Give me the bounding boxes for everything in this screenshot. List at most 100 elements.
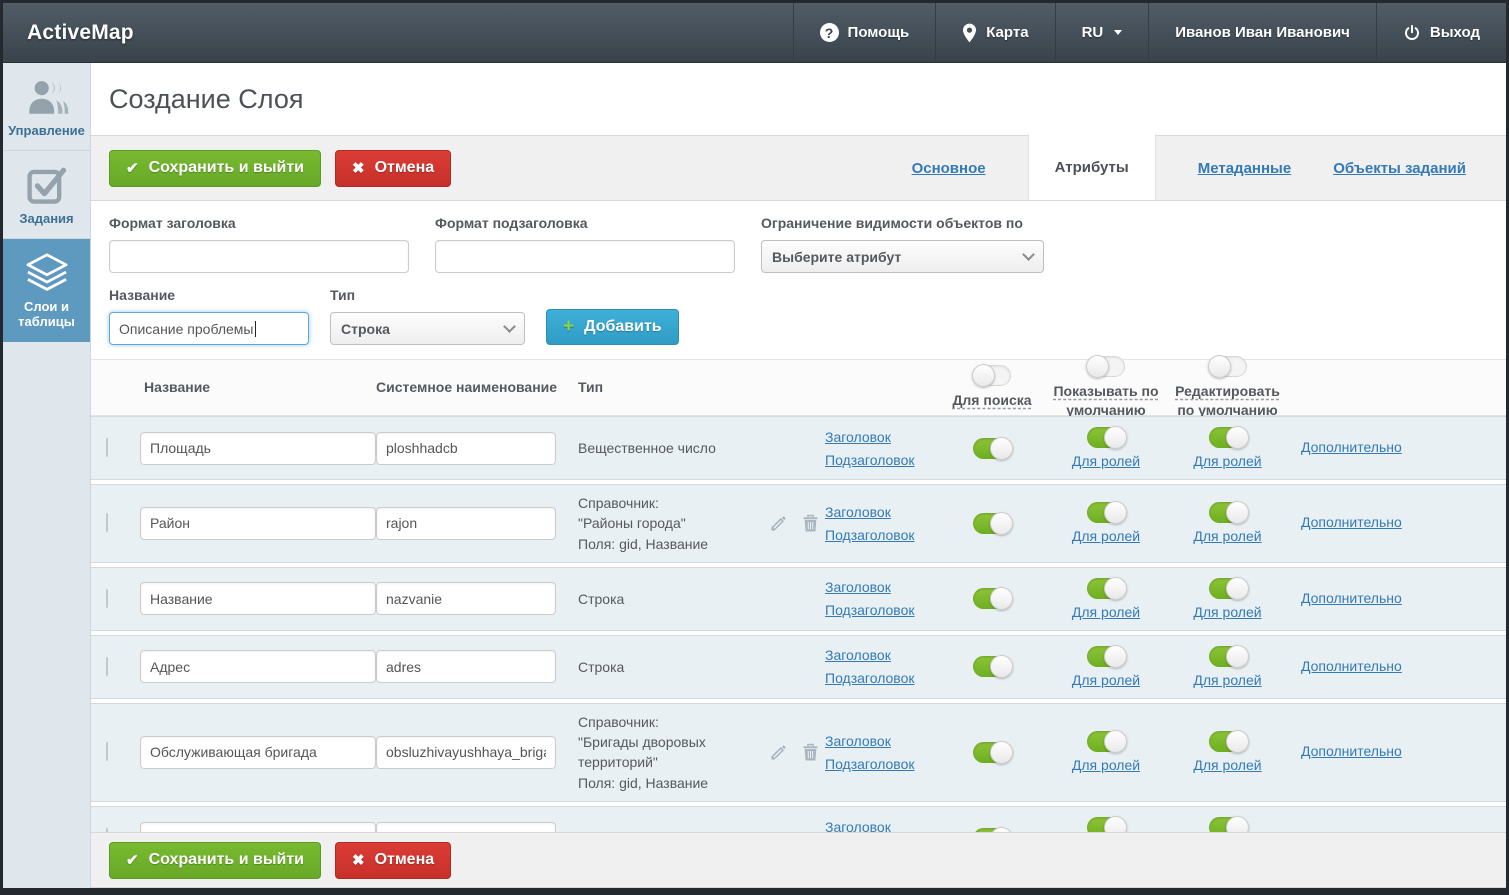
roles-link[interactable]: Для ролей [1193,453,1261,469]
search-toggle[interactable] [973,436,1013,460]
header-link[interactable]: Заголовок [825,579,937,595]
attribute-name-input[interactable] [140,650,376,684]
show-default-all-toggle[interactable] [1086,354,1125,378]
header-link[interactable]: Заголовок [825,819,937,832]
col-show-default-header[interactable]: Показывать по умолчанию [1047,382,1165,420]
edit-dictionary-icon[interactable] [769,743,788,762]
save-button[interactable]: ✔ Сохранить и выйти [109,149,321,187]
roles-link[interactable]: Для ролей [1193,757,1261,773]
edit-default-toggle[interactable] [1208,501,1249,525]
new-attribute-name-input[interactable]: Описание проблемы [109,312,309,345]
more-link[interactable]: Дополнительно [1301,658,1402,674]
subheader-format-input[interactable] [435,240,735,273]
row-checkbox[interactable] [106,438,108,457]
search-all-toggle[interactable] [972,364,1011,388]
tab-metadata[interactable]: Метаданные [1198,160,1291,177]
show-default-toggle[interactable] [1087,576,1127,600]
subheader-link[interactable]: Подзаголовок [825,670,937,686]
attribute-sysname-input[interactable] [376,431,556,465]
attribute-sysname-input[interactable] [376,650,556,684]
header-link[interactable]: Заголовок [825,647,937,663]
header-link[interactable]: Заголовок [825,733,937,749]
sidebar-item-management[interactable]: Управление [3,63,90,151]
delete-dictionary-icon[interactable] [802,514,819,533]
roles-link[interactable]: Для ролей [1193,604,1261,620]
map-button[interactable]: Карта [935,3,1054,62]
attribute-row: Справочник: "Бригады дворовых территорий… [91,702,1506,803]
subheader-link[interactable]: Подзаголовок [825,602,937,618]
row-checkbox[interactable] [106,742,108,762]
more-link[interactable]: Дополнительно [1301,590,1402,606]
search-toggle[interactable] [973,587,1013,611]
attribute-row: Вещественное число Заголовок Подзаголово… [91,416,1506,480]
roles-link[interactable]: Для ролей [1193,672,1261,688]
col-edit-default-header[interactable]: Редактировать по умолчанию [1165,382,1290,420]
header-link[interactable]: Заголовок [825,504,937,520]
sidebar-item-layers[interactable]: Слои и таблицы [3,239,90,342]
new-attribute-type-select[interactable]: Строка [330,312,525,345]
attribute-sysname-input[interactable] [376,821,556,832]
sidebar-item-tasks[interactable]: Задания [3,151,90,239]
show-default-toggle[interactable] [1087,730,1127,754]
row-checkbox[interactable] [106,513,108,533]
roles-link[interactable]: Для ролей [1072,453,1140,469]
edit-default-toggle[interactable] [1208,816,1249,832]
subheader-link[interactable]: Подзаголовок [825,756,937,772]
search-toggle[interactable] [973,740,1013,764]
logout-button[interactable]: Выход [1375,3,1506,62]
header-format-input[interactable] [109,240,409,273]
save-label: Сохранить и выйти [148,159,304,176]
roles-link[interactable]: Для ролей [1072,672,1140,688]
subheader-link[interactable]: Подзаголовок [825,527,937,543]
edit-default-toggle[interactable] [1208,576,1249,600]
header-link[interactable]: Заголовок [825,429,937,445]
cancel-button[interactable]: ✖ Отмена [334,149,452,187]
tab-attributes[interactable]: Атрибуты [1027,134,1156,200]
edit-dictionary-icon[interactable] [769,514,788,533]
attribute-name-input[interactable] [140,582,376,616]
search-toggle[interactable] [973,655,1013,679]
more-link[interactable]: Дополнительно [1301,743,1402,759]
attribute-name-input[interactable] [140,431,376,465]
edit-default-toggle[interactable] [1208,426,1249,449]
roles-link[interactable]: Для ролей [1072,757,1140,773]
cancel-button-bottom[interactable]: ✖ Отмена [334,841,452,879]
show-default-toggle[interactable] [1087,816,1127,832]
user-menu[interactable]: Иванов Иван Иванович [1148,3,1376,62]
edit-default-toggle[interactable] [1208,730,1249,754]
col-search-header[interactable]: Для поиска [952,391,1031,410]
app-window: ActiveMap ? Помощь Карта RU Иванов Иван … [0,0,1509,895]
row-checkbox[interactable] [106,588,108,608]
search-toggle[interactable] [973,511,1013,535]
attribute-name-input[interactable] [140,821,376,832]
tab-task-objects[interactable]: Объекты заданий [1333,160,1466,177]
row-checkbox[interactable] [106,656,108,676]
roles-link[interactable]: Для ролей [1193,528,1261,544]
attribute-name-input[interactable] [140,506,376,540]
tab-bar: Основное Атрибуты Метаданные Объекты зад… [912,134,1488,200]
roles-link[interactable]: Для ролей [1072,528,1140,544]
more-link[interactable]: Дополнительно [1301,439,1402,455]
roles-link[interactable]: Для ролей [1072,604,1140,620]
save-button-bottom[interactable]: ✔ Сохранить и выйти [109,841,321,879]
tab-main[interactable]: Основное [912,160,986,177]
attribute-sysname-input[interactable] [376,506,556,540]
visibility-select-value: Выберите атрибут [772,248,902,265]
attribute-sysname-input[interactable] [376,582,556,616]
logout-label: Выход [1429,24,1480,41]
attribute-name-input[interactable] [140,735,376,769]
show-default-toggle[interactable] [1087,501,1127,525]
help-button[interactable]: ? Помощь [792,3,936,62]
add-label: Добавить [584,318,662,335]
add-attribute-button[interactable]: + Добавить [546,309,679,345]
show-default-toggle[interactable] [1087,644,1127,668]
edit-default-all-toggle[interactable] [1207,354,1247,378]
show-default-toggle[interactable] [1087,426,1127,449]
delete-dictionary-icon[interactable] [802,743,819,762]
subheader-link[interactable]: Подзаголовок [825,452,937,468]
visibility-attribute-select[interactable]: Выберите атрибут [761,240,1044,273]
edit-default-toggle[interactable] [1208,644,1249,668]
attribute-sysname-input[interactable] [376,735,556,769]
language-selector[interactable]: RU [1054,3,1149,62]
more-link[interactable]: Дополнительно [1301,514,1402,530]
